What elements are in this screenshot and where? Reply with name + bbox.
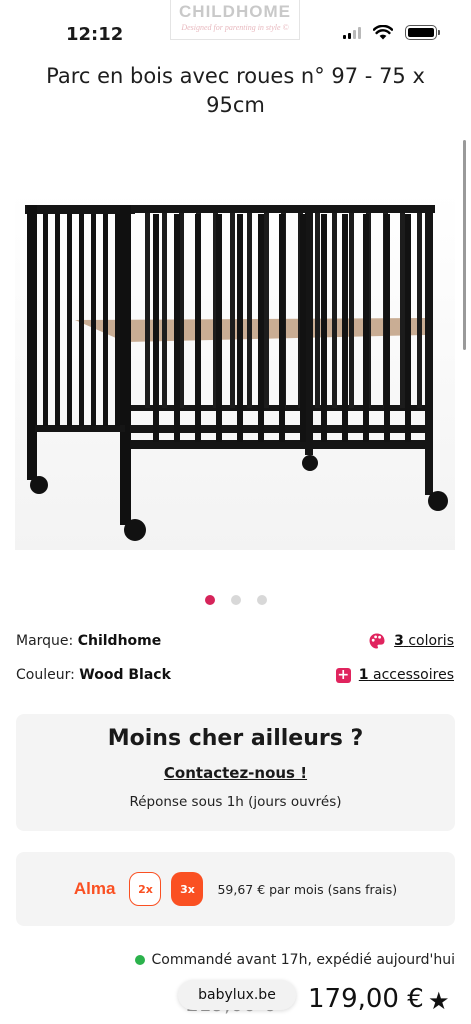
carousel-dot[interactable]: [230, 595, 241, 605]
bottom-bar: 219,00 € babylux.be 179,00 € ★: [0, 978, 471, 1024]
color-label: Couleur:: [16, 667, 75, 683]
price: 179,00 €: [308, 984, 424, 1014]
status-time: 12:12: [66, 24, 124, 45]
carousel-dot[interactable]: [256, 595, 267, 605]
brand-logo-tagline: Designed for parenting in style ©: [181, 23, 289, 32]
alma-option-3x[interactable]: 3x: [171, 872, 204, 906]
battery-icon: [405, 25, 440, 40]
color-row: Couleur: Wood Black + 1 accessoires: [16, 667, 454, 683]
cheaper-elsewhere-title: Moins cher ailleurs ?: [107, 726, 364, 751]
alma-logo: Alma: [73, 879, 116, 898]
color-info: Couleur: Wood Black: [16, 667, 171, 683]
carousel-dot[interactable]: [204, 595, 215, 605]
browser-url-pill[interactable]: babylux.be: [178, 980, 296, 1010]
colors-link[interactable]: 3 coloris: [368, 632, 454, 650]
accessories-link-label[interactable]: 1 accessoires: [359, 667, 454, 683]
alma-option-2x[interactable]: 2x: [129, 872, 162, 906]
color-value: Wood Black: [79, 667, 171, 683]
star-icon[interactable]: ★: [428, 988, 450, 1014]
shipping-info: Commandé avant 17h, expédié aujourd'hui: [135, 952, 455, 968]
response-note: Réponse sous 1h (jours ouvrés): [129, 794, 342, 810]
in-stock-dot-icon: [135, 955, 146, 965]
alma-payment-card: Alma 2x 3x 59,67 € par mois (sans frais): [16, 852, 455, 926]
brand-label: Marque:: [16, 633, 74, 649]
brand-row: Marque: Childhome 3 coloris: [16, 632, 454, 650]
wifi-icon: [373, 25, 393, 40]
product-title: Parc en bois avec roues n° 97 - 75 x 95c…: [46, 64, 425, 117]
product-image[interactable]: [15, 190, 455, 550]
cheaper-elsewhere-card: Moins cher ailleurs ? Contactez-nous ! R…: [16, 714, 455, 831]
plus-icon: +: [335, 666, 351, 683]
cellular-signal-icon: [343, 26, 361, 39]
carousel-dots: [0, 595, 471, 605]
alma-installment-text: 59,67 € par mois (sans frais): [217, 881, 398, 897]
brand-value: Childhome: [77, 633, 162, 649]
brand-logo[interactable]: CHILDHOME Designed for parenting in styl…: [170, 0, 300, 40]
accessories-link[interactable]: + 1 accessoires: [335, 666, 454, 683]
brand-info: Marque: Childhome: [16, 633, 161, 649]
colors-link-label[interactable]: 3 coloris: [394, 633, 454, 649]
scrollbar[interactable]: [463, 140, 466, 350]
contact-us-link[interactable]: Contactez-nous !: [164, 764, 307, 782]
status-icons: [343, 25, 440, 40]
shipping-text: Commandé avant 17h, expédié aujourd'hui: [151, 952, 455, 968]
palette-icon: [369, 633, 385, 649]
brand-logo-name: CHILDHOME: [179, 2, 291, 21]
